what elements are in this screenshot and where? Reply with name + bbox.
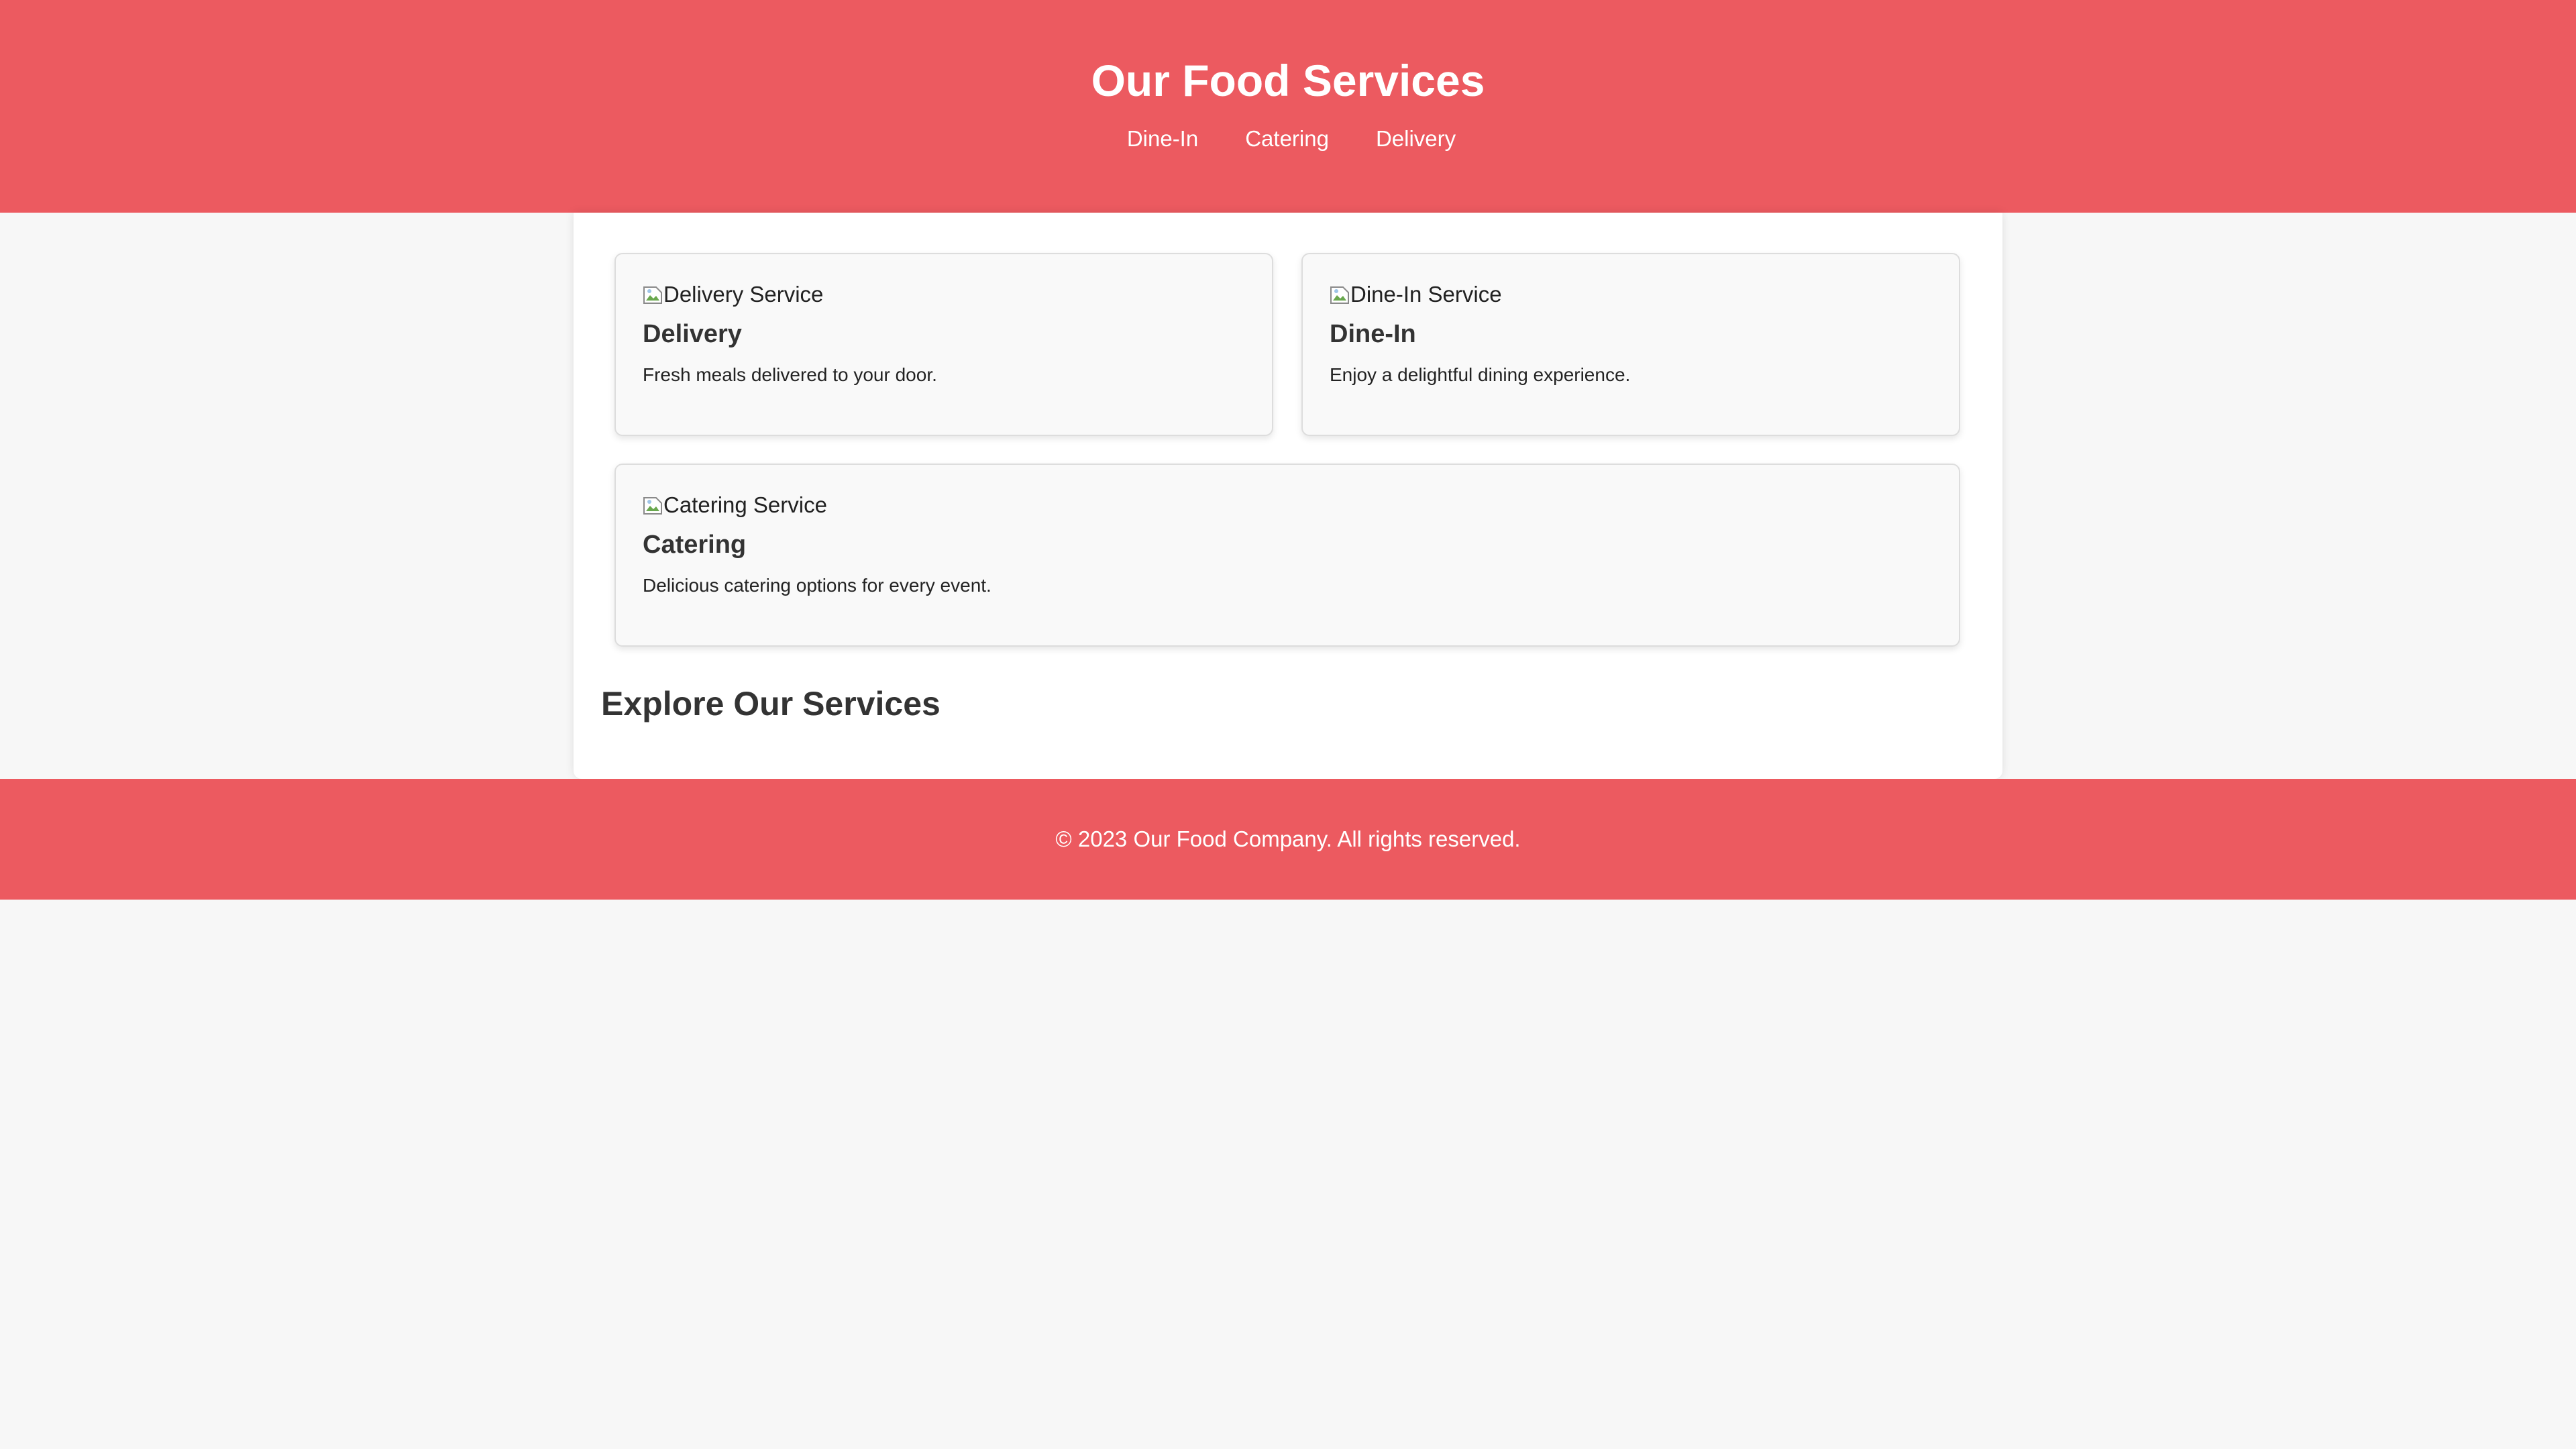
card-title: Catering bbox=[643, 531, 747, 559]
image-alt-text: Catering Service bbox=[663, 492, 827, 517]
site-footer: © 2023 Our Food Company. All rights rese… bbox=[0, 779, 2576, 900]
broken-image-icon bbox=[1330, 283, 1350, 306]
card-title: Dine-In bbox=[1330, 320, 1416, 348]
page-title: Our Food Services bbox=[1091, 56, 1485, 105]
card-title: Delivery bbox=[643, 320, 742, 348]
card-description: Enjoy a delightful dining experience. bbox=[1330, 364, 1631, 385]
copyright-text: © 2023 Our Food Company. All rights rese… bbox=[1055, 826, 1521, 851]
broken-image-icon bbox=[643, 494, 663, 517]
nav-link-delivery[interactable]: Delivery bbox=[1376, 122, 1456, 156]
broken-image-icon bbox=[643, 283, 663, 306]
card-description: Fresh meals delivered to your door. bbox=[643, 364, 937, 385]
service-card-catering[interactable]: Catering Service Catering Delicious cate… bbox=[614, 464, 1960, 647]
service-image-catering: Catering Service bbox=[643, 490, 1932, 520]
image-alt-text: Delivery Service bbox=[663, 282, 824, 307]
main-content: Delivery Service Delivery Fresh meals de… bbox=[574, 213, 2002, 779]
card-description: Delicious catering options for every eve… bbox=[643, 575, 991, 596]
site-header: Our Food Services Dine-In Catering Deliv… bbox=[0, 0, 2576, 213]
nav-link-dine-in[interactable]: Dine-In bbox=[1127, 122, 1198, 156]
service-card-dine-in[interactable]: Dine-In Service Dine-In Enjoy a delightf… bbox=[1301, 253, 1960, 436]
image-alt-text: Dine-In Service bbox=[1350, 282, 1502, 307]
section-title: Explore Our Services bbox=[601, 685, 941, 722]
main-nav: Dine-In Catering Delivery bbox=[0, 122, 2576, 156]
service-image-delivery: Delivery Service bbox=[643, 280, 1245, 309]
service-image-dine-in: Dine-In Service bbox=[1330, 280, 1932, 309]
service-card-delivery[interactable]: Delivery Service Delivery Fresh meals de… bbox=[614, 253, 1273, 436]
nav-link-catering[interactable]: Catering bbox=[1245, 122, 1329, 156]
